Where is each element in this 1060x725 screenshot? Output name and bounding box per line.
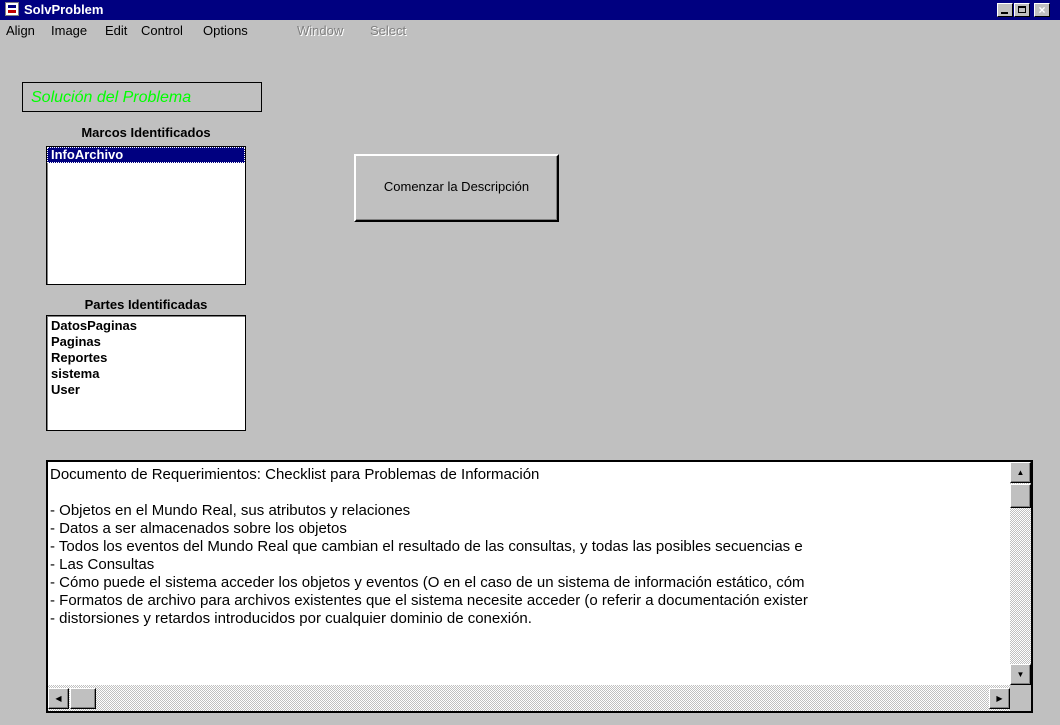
parts-list-item[interactable]: DatosPaginas <box>47 318 245 334</box>
menu-image[interactable]: Image <box>51 23 87 39</box>
menu-select[interactable]: Select <box>370 23 406 39</box>
solution-label: Solución del Problema <box>31 89 192 106</box>
scrollbar-corner <box>1010 685 1031 711</box>
close-button[interactable]: × <box>1034 3 1050 17</box>
document-text[interactable]: Documento de Requerimientos: Checklist p… <box>48 462 1010 689</box>
menu-bar: Align Image Edit Control Options Window … <box>0 20 1060 42</box>
close-icon: × <box>1038 3 1046 17</box>
minimize-icon <box>1001 12 1008 14</box>
left-arrow-icon: ◀ <box>55 694 62 703</box>
horizontal-scrollbar[interactable]: ◀ ▶ <box>48 685 1010 711</box>
parts-list-item[interactable]: User <box>47 382 245 398</box>
start-description-button[interactable]: Comenzar la Descripción <box>354 154 559 222</box>
up-arrow-icon: ▲ <box>1016 468 1025 477</box>
document-line: - Todos los eventos del Mundo Real que c… <box>50 538 803 555</box>
window-title: SolvProblem <box>24 2 104 17</box>
frames-label: Marcos Identificados <box>81 125 211 140</box>
requirements-document[interactable]: Documento de Requerimientos: Checklist p… <box>46 460 1033 713</box>
menu-align[interactable]: Align <box>6 23 35 39</box>
menu-edit[interactable]: Edit <box>105 23 127 39</box>
solution-label-box: Solución del Problema <box>22 82 262 112</box>
maximize-icon <box>1018 6 1026 13</box>
minimize-button[interactable] <box>997 3 1013 17</box>
document-line: - Objetos en el Mundo Real, sus atributo… <box>50 502 411 519</box>
menu-options[interactable]: Options <box>203 23 248 39</box>
document-line: - Cómo puede el sistema acceder los obje… <box>50 574 805 591</box>
document-line: Documento de Requerimientos: Checklist p… <box>50 466 540 483</box>
frames-list-item[interactable]: InfoArchivo <box>47 147 245 163</box>
document-line: - Datos a ser almacenados sobre los obje… <box>50 520 347 537</box>
document-line <box>50 484 1010 502</box>
frames-listbox[interactable]: InfoArchivo <box>46 146 246 285</box>
right-arrow-icon: ▶ <box>996 694 1003 703</box>
vertical-scroll-thumb[interactable] <box>1010 484 1031 508</box>
menu-control[interactable]: Control <box>141 23 183 39</box>
document-line: - Formatos de archivo para archivos exis… <box>50 592 808 609</box>
parts-label: Partes Identificadas <box>84 297 208 312</box>
vertical-scrollbar[interactable]: ▲ ▼ <box>1010 462 1031 685</box>
maximize-button[interactable] <box>1014 3 1030 17</box>
down-arrow-icon: ▼ <box>1016 670 1025 679</box>
menu-window[interactable]: Window <box>297 23 343 39</box>
parts-listbox[interactable]: DatosPaginas Paginas Reportes sistema Us… <box>46 315 246 431</box>
scroll-left-button[interactable]: ◀ <box>48 688 69 709</box>
document-line: - Las Consultas <box>50 556 155 573</box>
scroll-right-button[interactable]: ▶ <box>989 688 1010 709</box>
scroll-up-button[interactable]: ▲ <box>1010 462 1031 483</box>
app-icon[interactable] <box>5 2 19 16</box>
parts-list-item[interactable]: sistema <box>47 366 245 382</box>
document-line: - distorsiones y retardos introducidos p… <box>50 610 532 627</box>
scroll-down-button[interactable]: ▼ <box>1010 664 1031 685</box>
parts-list-item[interactable]: Reportes <box>47 350 245 366</box>
title-bar: SolvProblem × <box>0 0 1060 20</box>
horizontal-scroll-thumb[interactable] <box>70 688 96 709</box>
parts-list-item[interactable]: Paginas <box>47 334 245 350</box>
